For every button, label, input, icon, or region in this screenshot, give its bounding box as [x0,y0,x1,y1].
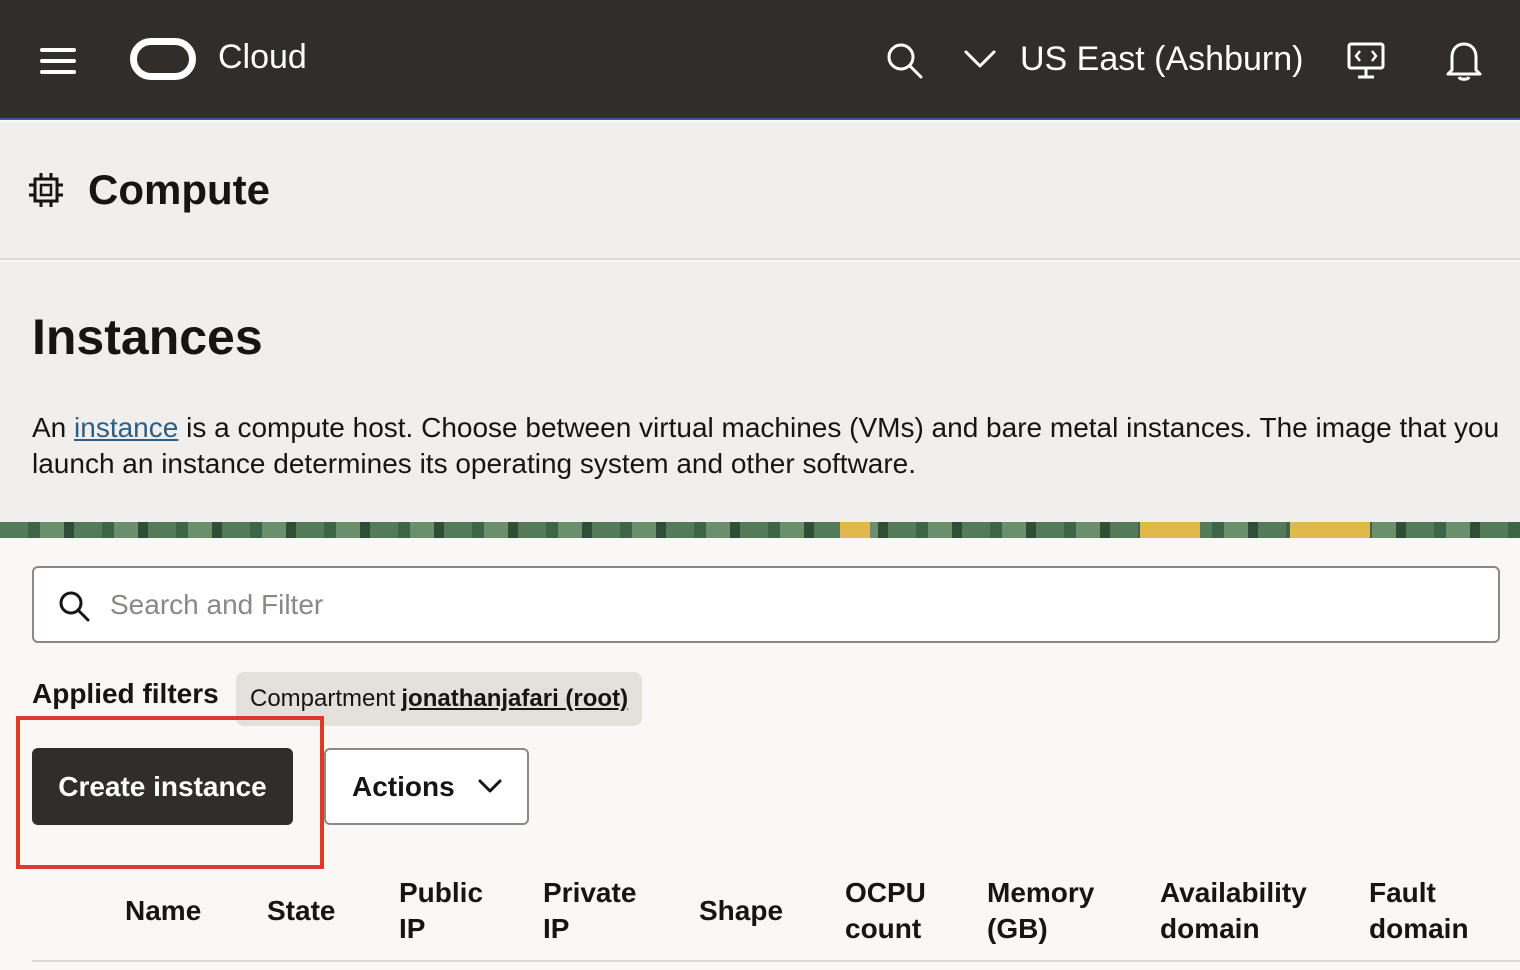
search-input[interactable] [110,580,1470,630]
filter-chip-label: Compartment [250,685,396,712]
column-header-label-line2: (GB) [987,913,1048,944]
top-navigation-bar: Cloud US East (Ashburn) [0,0,1520,120]
decorative-banner [0,522,1520,538]
desc-prefix: An [32,412,75,443]
column-header-label: Memory [987,877,1095,908]
service-title: Compute [88,166,270,213]
chevron-down-icon [478,779,502,793]
instance-doc-link[interactable]: instance [74,412,178,443]
column-header-private-ip[interactable]: Private IP [543,875,636,947]
column-header-label-line2: IP [543,913,570,944]
actions-label: Actions [352,770,455,802]
filter-chip-value[interactable]: jonathanjafari (root) [401,685,628,713]
search-icon [59,591,90,622]
page-description: An instance is a compute host. Choose be… [32,410,1520,482]
column-header-label-line2: domain [1369,913,1469,944]
column-header-label: OCPU [845,877,926,908]
column-header-availability-domain[interactable]: Availability domain [1160,875,1307,947]
search-filter-box[interactable] [32,566,1500,643]
page-header: Instances An instance is a compute host.… [0,262,1520,524]
column-header-label: Availability [1160,877,1307,908]
search-icon[interactable] [884,40,924,80]
chip-icon [29,173,63,207]
column-header-name[interactable]: Name [125,893,201,929]
brand-label[interactable]: Cloud [218,38,307,77]
table-header-divider [32,960,1520,962]
column-header-public-ip[interactable]: Public IP [399,875,483,947]
cloud-shell-icon[interactable] [1346,40,1386,80]
applied-filters-label: Applied filters [32,678,219,709]
column-header-label: State [267,895,336,926]
service-header: Compute [0,122,1520,260]
column-header-label: Public [399,877,484,908]
column-header-fault-domain[interactable]: Fault domain [1369,875,1469,947]
compartment-filter-chip[interactable]: Compartment jonathanjafari (root) [236,672,643,726]
column-header-label: Private [543,877,637,908]
column-header-label-line2: IP [399,913,426,944]
oracle-logo[interactable] [130,38,196,80]
hamburger-menu-icon[interactable] [40,48,76,74]
actions-menu-button[interactable]: Actions [324,748,529,825]
column-header-label-line2: domain [1160,913,1260,944]
desc-line1-text: is a compute host. Choose between virtua… [178,412,1500,443]
column-header-label: Fault [1369,877,1436,908]
column-header-memory[interactable]: Memory (GB) [987,875,1094,947]
column-header-state[interactable]: State [267,893,335,929]
column-header-label-line2: count [845,913,922,944]
region-selector[interactable]: US East (Ashburn) [1020,40,1303,79]
column-header-shape[interactable]: Shape [699,893,783,929]
bell-icon[interactable] [1444,38,1484,82]
create-instance-button[interactable]: Create instance [32,748,293,825]
column-header-label: Name [125,895,202,926]
page-title: Instances [32,309,263,365]
column-header-label: Shape [699,895,784,926]
column-header-ocpu-count[interactable]: OCPU count [845,875,926,947]
chevron-down-icon[interactable] [962,44,998,74]
desc-line2-text: launch an instance determines its operat… [32,448,917,479]
